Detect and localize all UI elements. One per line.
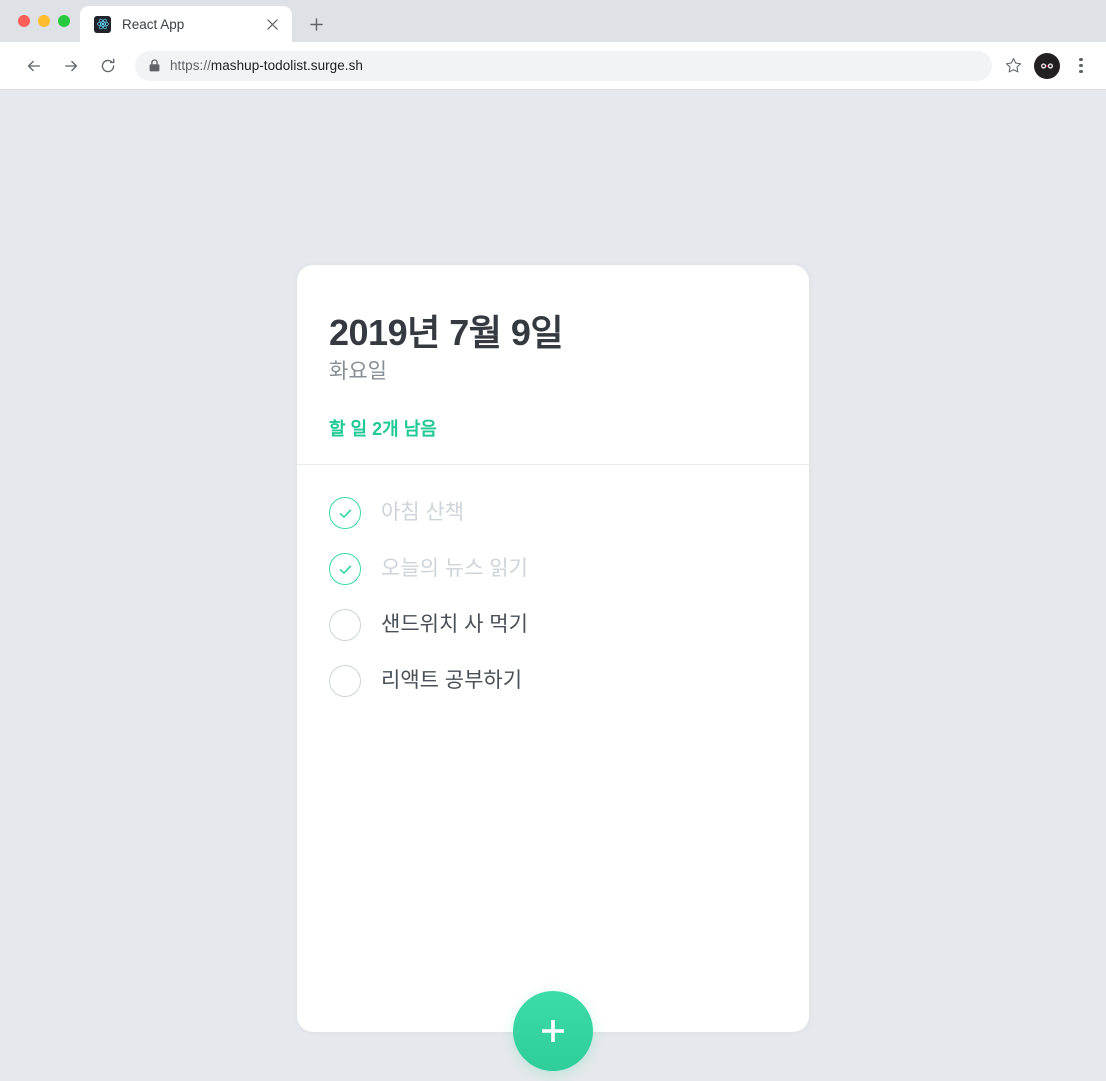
browser-tab[interactable]: React App — [80, 6, 292, 42]
url-scheme: https:// — [170, 58, 211, 73]
menu-dot — [1079, 70, 1083, 74]
url-host: mashup-todolist.surge.sh — [210, 58, 363, 73]
close-window-button[interactable] — [18, 15, 30, 27]
checkbox-checked-icon[interactable] — [329, 497, 361, 530]
reload-button[interactable] — [92, 50, 124, 82]
todo-item[interactable]: 아침 산책 — [329, 485, 777, 541]
url-text: https://mashup-todolist.surge.sh — [170, 58, 363, 73]
todo-item[interactable]: 샌드위치 사 먹기 — [329, 597, 777, 653]
todo-list: 아침 산책오늘의 뉴스 읽기샌드위치 사 먹기리액트 공부하기 — [297, 465, 809, 1032]
checkbox-unchecked-icon[interactable] — [329, 665, 361, 698]
minimize-window-button[interactable] — [38, 15, 50, 27]
lock-icon — [149, 59, 160, 72]
todo-item[interactable]: 오늘의 뉴스 읽기 — [329, 541, 777, 597]
todo-item[interactable]: 리액트 공부하기 — [329, 653, 777, 709]
todo-item-label: 아침 산책 — [381, 500, 465, 524]
current-date: 2019년 7월 9일 — [329, 312, 564, 353]
day-of-week: 화요일 — [329, 360, 387, 384]
plus-icon — [542, 1020, 564, 1042]
close-tab-icon[interactable] — [262, 14, 282, 34]
tab-strip: React App — [0, 0, 1106, 42]
new-tab-button[interactable] — [302, 10, 330, 38]
checkbox-unchecked-icon[interactable] — [329, 609, 361, 642]
forward-button[interactable] — [55, 50, 87, 82]
checkbox-checked-icon[interactable] — [329, 553, 361, 586]
window-controls — [0, 0, 80, 42]
address-bar[interactable]: https://mashup-todolist.surge.sh — [135, 50, 992, 81]
todo-item-label: 샌드위치 사 먹기 — [381, 612, 528, 636]
profile-avatar[interactable] — [1034, 52, 1060, 79]
todo-item-label: 오늘의 뉴스 읽기 — [381, 556, 528, 580]
add-todo-button[interactable] — [513, 991, 593, 1071]
react-favicon — [94, 15, 111, 33]
maximize-window-button[interactable] — [58, 15, 70, 27]
todo-card: 2019년 7월 9일 화요일 할 일 2개 남음 아침 산책오늘의 뉴스 읽기… — [297, 265, 809, 1071]
page-viewport: 2019년 7월 9일 화요일 할 일 2개 남음 아침 산책오늘의 뉴스 읽기… — [0, 90, 1106, 1081]
browser-toolbar: https://mashup-todolist.surge.sh — [0, 42, 1106, 90]
tasks-left-label: 할 일 2개 남음 — [329, 418, 437, 439]
todo-item-label: 리액트 공부하기 — [381, 668, 523, 692]
menu-dot — [1079, 57, 1083, 61]
menu-dot — [1079, 63, 1083, 68]
browser-menu-button[interactable] — [1068, 51, 1094, 81]
back-button[interactable] — [18, 50, 50, 82]
browser-window: React App https://mashup-todolist.surge.… — [0, 0, 1106, 1081]
bookmark-star-icon[interactable] — [998, 51, 1028, 81]
todo-header: 2019년 7월 9일 화요일 할 일 2개 남음 — [297, 265, 809, 466]
tab-title: React App — [122, 16, 185, 32]
